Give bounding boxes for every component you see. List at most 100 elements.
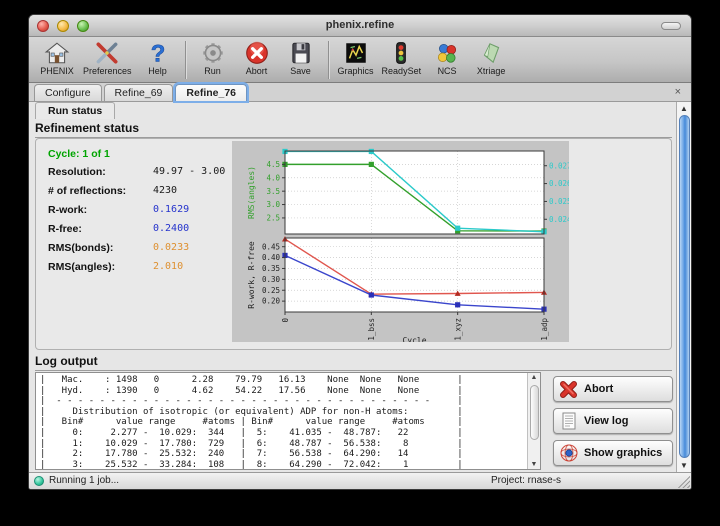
tab-refine-76[interactable]: Refine_76 bbox=[175, 84, 247, 101]
readyset-traffic-light-icon bbox=[388, 40, 414, 66]
show-graphics-button[interactable]: Show graphics bbox=[553, 440, 673, 466]
toolbar-item-label: ReadySet bbox=[382, 66, 422, 76]
running-status-icon bbox=[34, 476, 44, 486]
graphics-density-icon bbox=[343, 40, 369, 66]
svg-text:1_bss: 1_bss bbox=[367, 318, 376, 341]
svg-text:0.026: 0.026 bbox=[549, 179, 569, 188]
toolbar-item-label: PHENIX bbox=[40, 66, 74, 76]
xtriage-crystal-icon bbox=[478, 40, 504, 66]
svg-text:Cycle: Cycle bbox=[402, 336, 426, 342]
scroll-down-icon[interactable]: ▼ bbox=[677, 461, 691, 470]
toolbar-item-label: Save bbox=[290, 66, 311, 76]
log-scroll-up-icon[interactable]: ▲ bbox=[528, 374, 540, 381]
scroll-thumb[interactable] bbox=[679, 115, 690, 458]
action-buttons: Abort View log bbox=[553, 376, 675, 472]
stat-value: 49.97 - 3.00 bbox=[153, 166, 225, 178]
tab-configure[interactable]: Configure bbox=[34, 84, 102, 101]
svg-text:0.024: 0.024 bbox=[549, 215, 569, 224]
tab-refine-69[interactable]: Refine_69 bbox=[104, 84, 174, 101]
help-question-icon: ? bbox=[145, 40, 171, 66]
refinement-stats: Cycle: 1 of 1 Resolution: 49.97 - 3.00 #… bbox=[48, 145, 233, 280]
svg-text:3.5: 3.5 bbox=[266, 187, 280, 196]
svg-text:0.025: 0.025 bbox=[549, 197, 569, 206]
save-button[interactable]: Save bbox=[279, 39, 323, 77]
refinement-chart-plot: 2.53.03.54.04.5RMS(angles)0.0240.0250.02… bbox=[232, 141, 569, 342]
abort-button[interactable]: Abort bbox=[235, 39, 279, 77]
stat-row-r-free: R-free: 0.2400 bbox=[48, 223, 233, 235]
window-title: phenix.refine bbox=[29, 19, 691, 31]
help-button[interactable]: ? Help bbox=[136, 39, 180, 77]
svg-text:0.20: 0.20 bbox=[262, 297, 281, 306]
readyset-button[interactable]: ReadySet bbox=[378, 39, 426, 77]
stat-value: 4230 bbox=[153, 185, 177, 197]
svg-text:1_xyz: 1_xyz bbox=[453, 318, 462, 341]
toolbar-toggle-button[interactable] bbox=[661, 22, 681, 30]
stat-value: 0.0233 bbox=[153, 242, 189, 254]
stat-row-reflections: # of reflections: 4230 bbox=[48, 185, 233, 197]
app-window: phenix.refine PHENIX Preferences bbox=[28, 14, 692, 490]
svg-text:0: 0 bbox=[281, 318, 290, 323]
run-button[interactable]: Run bbox=[191, 39, 235, 77]
stat-value: 2.010 bbox=[153, 261, 183, 273]
preferences-button[interactable]: Preferences bbox=[79, 39, 136, 77]
cycle-indicator: Cycle: 1 of 1 bbox=[48, 148, 233, 160]
toolbar-item-label: Graphics bbox=[338, 66, 374, 76]
show-graphics-molecule-icon bbox=[559, 443, 579, 463]
phenix-home-icon bbox=[44, 40, 70, 66]
refinement-chart: 2.53.03.54.04.5RMS(angles)0.0240.0250.02… bbox=[232, 141, 569, 342]
abort-run-button[interactable]: Abort bbox=[553, 376, 673, 402]
run-status-tab[interactable]: Run status bbox=[35, 102, 115, 119]
log-output-heading: Log output bbox=[35, 354, 672, 371]
toolbar-item-label: Abort bbox=[246, 66, 268, 76]
stat-row-resolution: Resolution: 49.97 - 3.00 bbox=[48, 166, 233, 178]
stat-label: RMS(bonds): bbox=[48, 242, 153, 254]
preferences-tools-icon bbox=[94, 40, 120, 66]
ncs-button[interactable]: NCS bbox=[425, 39, 469, 77]
save-floppy-icon bbox=[288, 40, 314, 66]
project-label: Project: rnase-s bbox=[491, 475, 561, 486]
stat-label: R-work: bbox=[48, 204, 153, 216]
svg-text:RMS(angles): RMS(angles) bbox=[247, 166, 256, 219]
view-log-document-icon bbox=[559, 411, 579, 431]
run-gear-icon bbox=[200, 40, 226, 66]
main-scrollbar[interactable]: ▲ ▼ bbox=[676, 102, 691, 472]
stat-row-r-work: R-work: 0.1629 bbox=[48, 204, 233, 216]
stat-value: 0.1629 bbox=[153, 204, 189, 216]
tab-strip: Configure Refine_69 Refine_76 × bbox=[29, 83, 691, 102]
abort-x-icon bbox=[559, 379, 579, 399]
phenix-button[interactable]: PHENIX bbox=[35, 39, 79, 77]
stat-row-rms-bonds: RMS(bonds): 0.0233 bbox=[48, 242, 233, 254]
log-scrollbar[interactable]: ▲ ▼ bbox=[527, 373, 540, 469]
scroll-up-icon[interactable]: ▲ bbox=[677, 104, 691, 113]
stat-label: # of reflections: bbox=[48, 185, 153, 197]
svg-text:0.027: 0.027 bbox=[549, 161, 569, 170]
main-toolbar: PHENIX Preferences ? Help bbox=[29, 37, 691, 83]
svg-text:0.40: 0.40 bbox=[262, 253, 281, 262]
title-bar: phenix.refine bbox=[29, 15, 691, 37]
graphics-button[interactable]: Graphics bbox=[334, 39, 378, 77]
stat-label: R-free: bbox=[48, 223, 153, 235]
log-scroll-down-icon[interactable]: ▼ bbox=[528, 461, 540, 468]
toolbar-separator bbox=[328, 41, 329, 79]
refinement-status-panel: Cycle: 1 of 1 Resolution: 49.97 - 3.00 #… bbox=[35, 138, 672, 350]
stat-row-rms-angles: RMS(angles): 2.010 bbox=[48, 261, 233, 273]
stat-label: RMS(angles): bbox=[48, 261, 153, 273]
toolbar-item-label: Help bbox=[148, 66, 167, 76]
toolbar-item-label: Preferences bbox=[83, 66, 132, 76]
svg-text:0.30: 0.30 bbox=[262, 275, 281, 284]
svg-text:4.0: 4.0 bbox=[266, 173, 280, 182]
status-bar: Running 1 job... Project: rnase-s bbox=[29, 472, 691, 489]
xtriage-button[interactable]: Xtriage bbox=[469, 39, 513, 77]
tab-close-icon[interactable]: × bbox=[675, 86, 681, 98]
log-output-box[interactable]: | Mac. : 1498 0 2.28 79.79 16.13 None No… bbox=[35, 372, 541, 470]
resize-grip[interactable] bbox=[678, 476, 690, 488]
view-log-button[interactable]: View log bbox=[553, 408, 673, 434]
content-area: Run status Refinement status Cycle: 1 of… bbox=[29, 102, 691, 472]
stat-value: 0.2400 bbox=[153, 223, 189, 235]
svg-text:3.0: 3.0 bbox=[266, 200, 280, 209]
log-scroll-thumb[interactable] bbox=[530, 385, 539, 440]
toolbar-separator bbox=[185, 41, 186, 79]
show-graphics-button-label: Show graphics bbox=[584, 447, 662, 459]
svg-text:2.5: 2.5 bbox=[266, 214, 280, 223]
svg-text:0.45: 0.45 bbox=[262, 242, 280, 251]
